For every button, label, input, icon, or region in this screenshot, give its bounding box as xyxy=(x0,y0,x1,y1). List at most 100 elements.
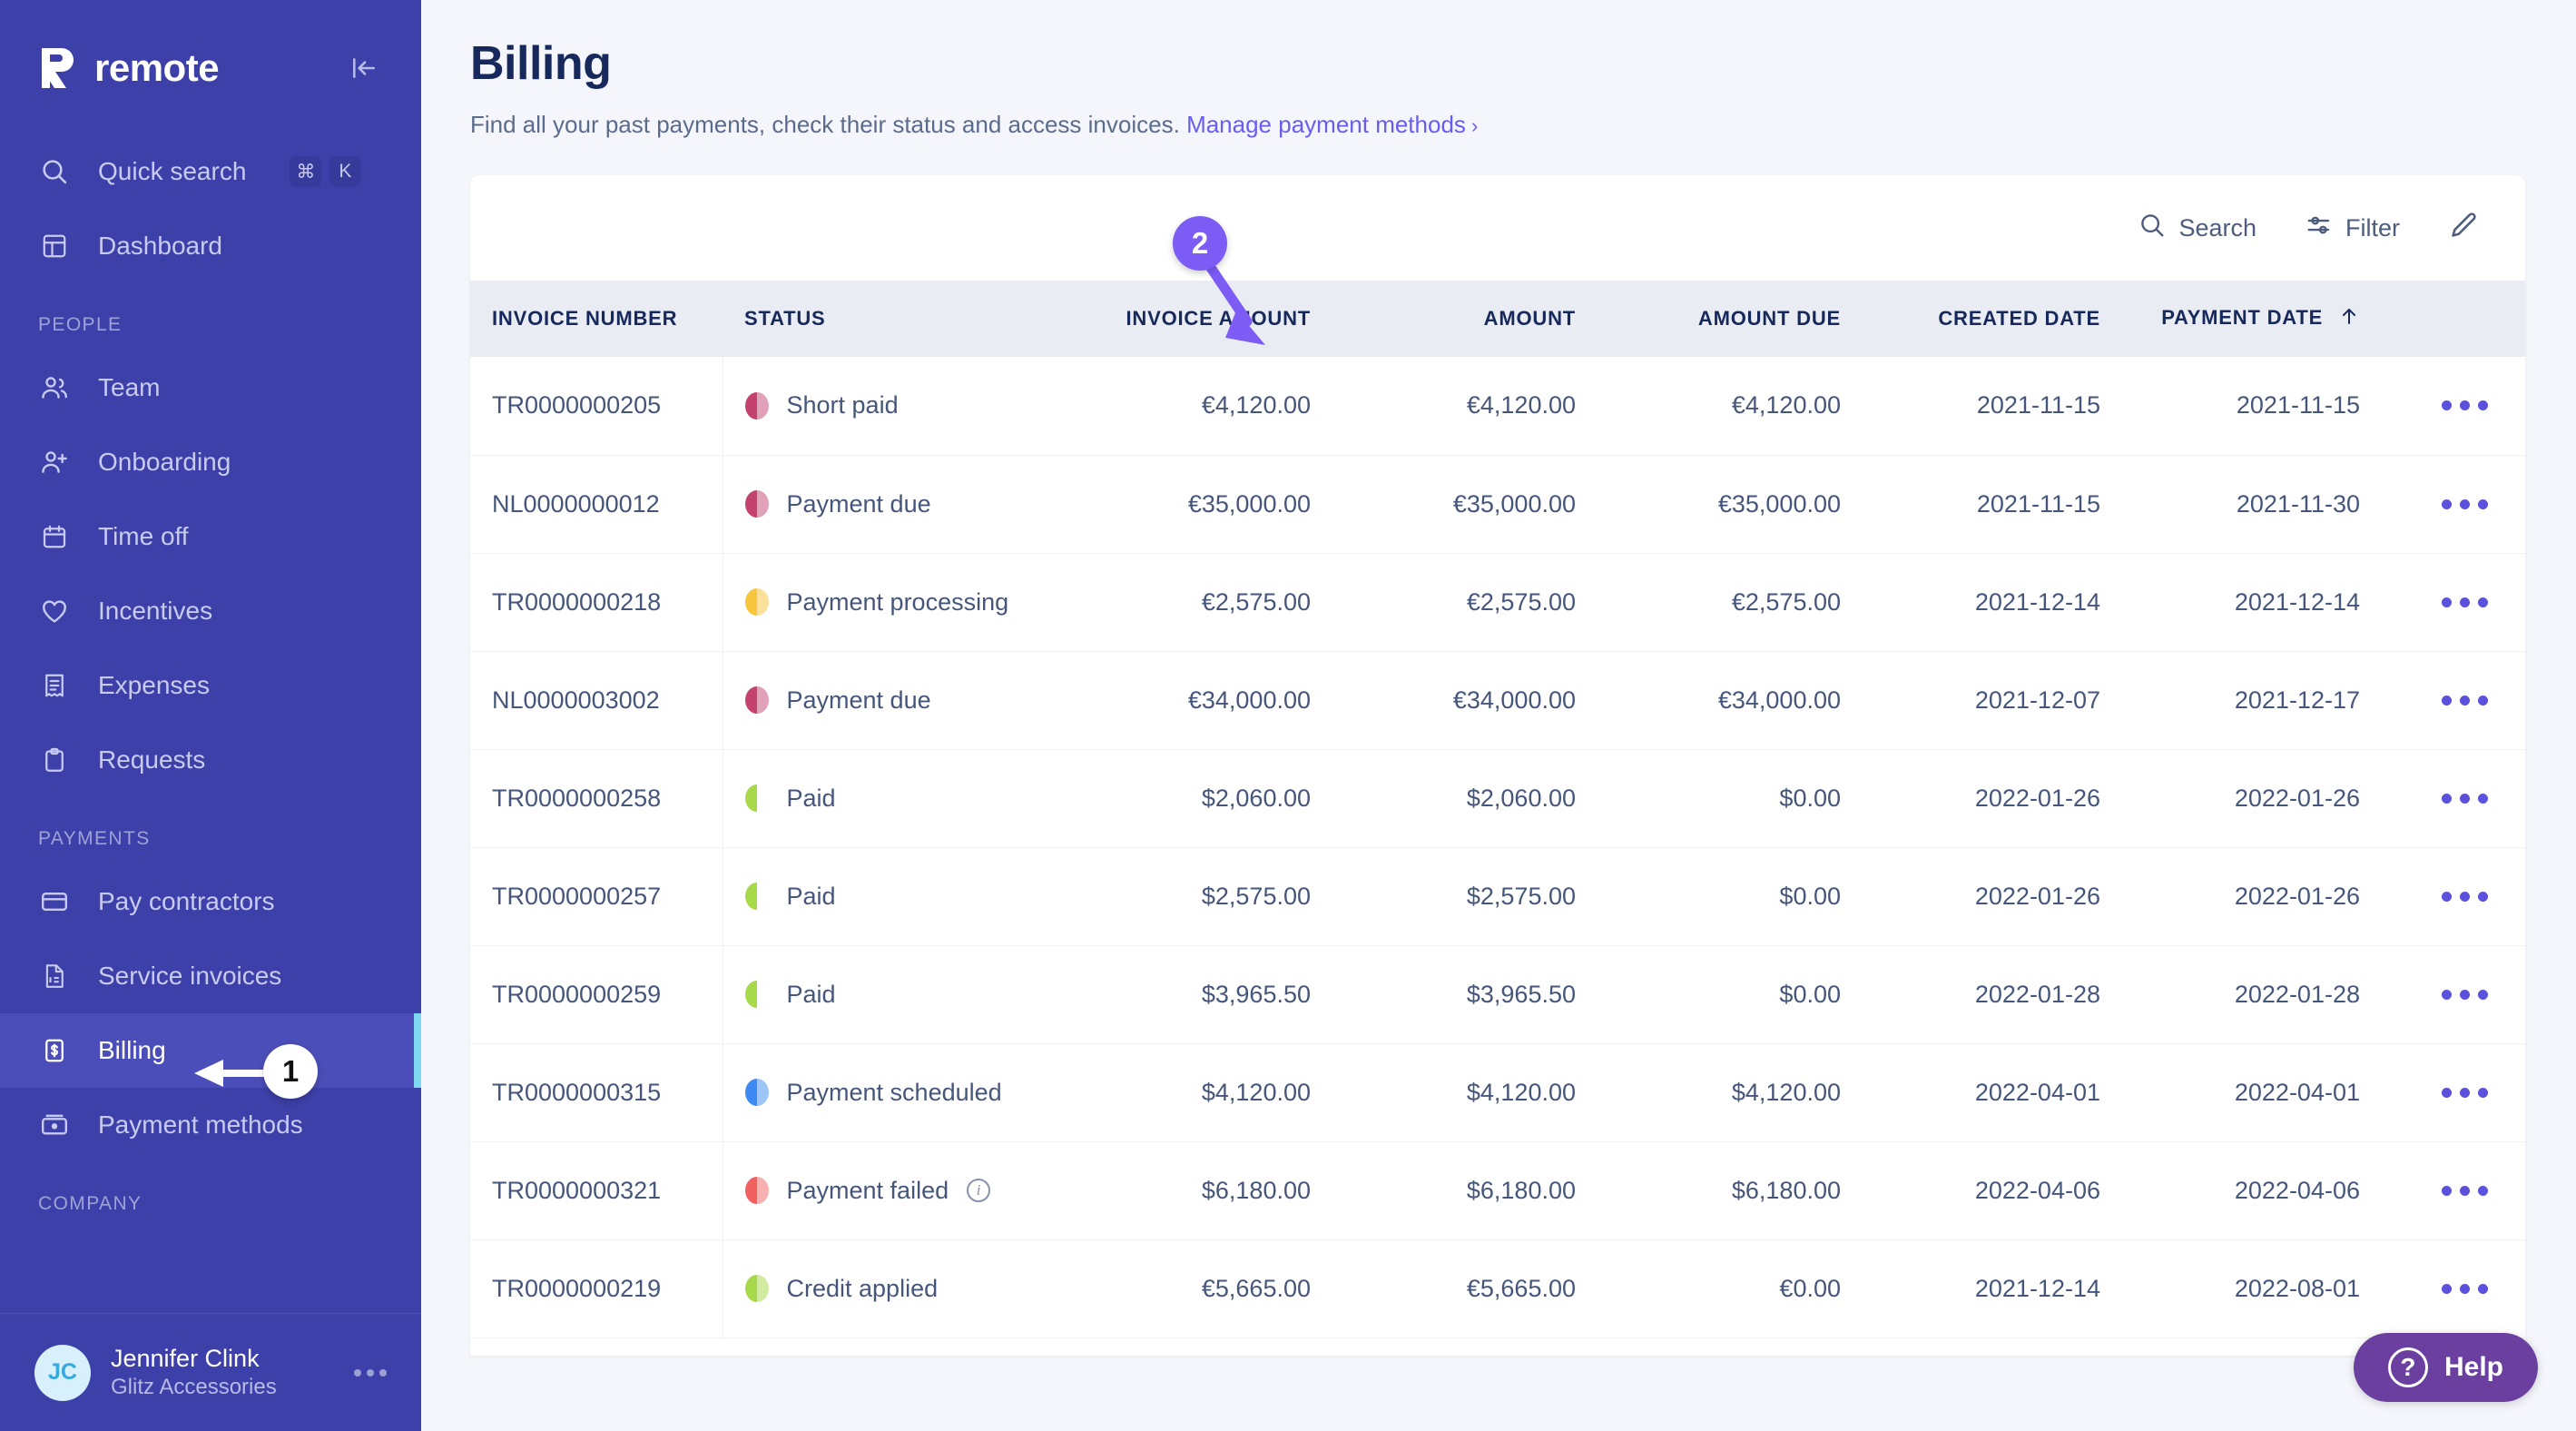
table-row[interactable]: TR0000000259 Paid $3,965.50 $3,965.50 $0.00 2… xyxy=(470,945,2525,1044)
annotation-2-badge: 2 xyxy=(1173,216,1227,271)
row-more-horizontal-icon[interactable] xyxy=(2404,891,2525,902)
column-header-actions xyxy=(2382,281,2525,357)
info-icon[interactable]: i xyxy=(967,1179,991,1202)
cell-actions xyxy=(2382,1239,2525,1338)
sidebar-item-time-off[interactable]: Time off xyxy=(0,499,421,574)
column-header-created-date[interactable]: CREATED DATE xyxy=(1863,281,2122,357)
table-row[interactable]: TR0000000219 Credit applied €5,665.00 €5,66… xyxy=(470,1239,2525,1338)
brand-logo[interactable]: remote xyxy=(38,46,220,90)
column-header-amount-due[interactable]: AMOUNT DUE xyxy=(1598,281,1863,357)
billing-dollar-icon xyxy=(38,1034,71,1067)
cell-actions xyxy=(2382,945,2525,1044)
search-icon xyxy=(2138,212,2166,245)
annotation-2-number: 2 xyxy=(1173,216,1227,271)
cell-payment-date: 2021-11-15 xyxy=(2122,357,2382,456)
user-plus-icon xyxy=(38,446,71,479)
sidebar-item-incentives[interactable]: Incentives xyxy=(0,574,421,648)
user-meta: Jennifer Clink Glitz Accessories xyxy=(111,1344,334,1402)
billing-table-card: Search Filter INVOICE NUMBER STATUS INVO… xyxy=(470,175,2525,1356)
dashboard-icon xyxy=(38,230,71,262)
search-button[interactable]: Search xyxy=(2138,212,2256,245)
help-button-label: Help xyxy=(2443,1352,2503,1382)
table-row[interactable]: NL0000000012 Payment due €35,000.00 €35,000… xyxy=(470,455,2525,554)
cell-amount: €34,000.00 xyxy=(1332,651,1598,750)
status-badge: Paid xyxy=(744,784,1039,813)
table-row[interactable]: TR0000000258 Paid $2,060.00 $2,060.00 $0.00 2… xyxy=(470,749,2525,848)
clipboard-icon xyxy=(38,744,71,776)
column-header-invoice-number[interactable]: INVOICE NUMBER xyxy=(470,281,723,357)
sidebar-user-card[interactable]: JC Jennifer Clink Glitz Accessories xyxy=(0,1313,421,1431)
row-more-horizontal-icon[interactable] xyxy=(2404,989,2525,1000)
cell-invoice-number: TR0000000257 xyxy=(470,847,723,946)
sidebar-item-team[interactable]: Team xyxy=(0,350,421,425)
sidebar-item-dashboard[interactable]: Dashboard xyxy=(0,209,421,283)
status-dot-icon xyxy=(744,490,769,518)
cell-invoice-amount: $3,965.50 xyxy=(1060,945,1332,1044)
status-badge: Paid xyxy=(744,882,1039,911)
sidebar-item-expenses[interactable]: Expenses xyxy=(0,648,421,723)
cell-status: Paid xyxy=(723,847,1060,946)
filter-button[interactable]: Filter xyxy=(2306,212,2400,245)
cell-amount: $4,120.00 xyxy=(1332,1043,1598,1142)
table-row[interactable]: TR0000000205 Short paid €4,120.00 €4,120.00… xyxy=(470,357,2525,456)
row-more-horizontal-icon[interactable] xyxy=(2404,400,2525,411)
sidebar-item-label: Quick search xyxy=(98,157,247,185)
cell-amount-due: €0.00 xyxy=(1598,1239,1863,1338)
cell-created-date: 2022-04-01 xyxy=(1863,1043,2122,1142)
status-label: Paid xyxy=(786,784,836,812)
cell-amount: $3,965.50 xyxy=(1332,945,1598,1044)
column-header-status[interactable]: STATUS xyxy=(723,281,1060,357)
row-more-horizontal-icon[interactable] xyxy=(2404,1087,2525,1098)
row-more-horizontal-icon[interactable] xyxy=(2404,695,2525,706)
row-more-horizontal-icon[interactable] xyxy=(2404,1185,2525,1196)
cell-payment-date: 2022-01-26 xyxy=(2122,749,2382,848)
status-label: Payment failed xyxy=(786,1176,949,1204)
table-row[interactable]: TR0000000218 Payment processing €2,575.00 €… xyxy=(470,553,2525,652)
sidebar-item-quick-search[interactable]: Quick search ⌘ K xyxy=(0,134,421,209)
table-row[interactable]: TR0000000321 Payment failed i $6,180.00 $6,1… xyxy=(470,1141,2525,1240)
cell-created-date: 2022-01-26 xyxy=(1863,847,2122,946)
cell-invoice-amount: $4,120.00 xyxy=(1060,1043,1332,1142)
cell-invoice-number: TR0000000218 xyxy=(470,553,723,652)
brand-name: remote xyxy=(94,46,220,89)
status-label: Payment processing xyxy=(786,587,1009,616)
table-row[interactable]: TR0000000315 Payment scheduled $4,120.00 $4… xyxy=(470,1043,2525,1142)
manage-payment-methods-link[interactable]: Manage payment methods xyxy=(1186,111,1466,138)
column-header-amount[interactable]: AMOUNT xyxy=(1332,281,1598,357)
cell-payment-date: 2021-11-30 xyxy=(2122,455,2382,554)
status-badge: Paid xyxy=(744,981,1039,1009)
status-label: Paid xyxy=(786,882,836,910)
sidebar-item-payment-methods[interactable]: Payment methods xyxy=(0,1088,421,1162)
cell-created-date: 2021-12-07 xyxy=(1863,651,2122,750)
row-more-horizontal-icon[interactable] xyxy=(2404,498,2525,509)
help-button[interactable]: ? Help xyxy=(2353,1333,2538,1402)
cell-amount: $2,060.00 xyxy=(1332,749,1598,848)
row-more-horizontal-icon[interactable] xyxy=(2404,1283,2525,1294)
cell-actions xyxy=(2382,1141,2525,1240)
cell-amount-due: $6,180.00 xyxy=(1598,1141,1863,1240)
status-dot-icon xyxy=(744,588,769,616)
column-header-payment-date[interactable]: PAYMENT DATE xyxy=(2122,281,2382,357)
annotation-1-badge: 1 xyxy=(263,1044,318,1099)
row-more-horizontal-icon[interactable] xyxy=(2404,793,2525,804)
cell-created-date: 2021-12-14 xyxy=(1863,553,2122,652)
cell-invoice-amount: €34,000.00 xyxy=(1060,651,1332,750)
collapse-sidebar-icon[interactable] xyxy=(343,47,385,89)
cell-payment-date: 2021-12-17 xyxy=(2122,651,2382,750)
row-more-horizontal-icon[interactable] xyxy=(2404,597,2525,607)
cell-amount-due: €34,000.00 xyxy=(1598,651,1863,750)
sidebar-item-pay-contractors[interactable]: Pay contractors xyxy=(0,864,421,939)
table-row[interactable]: TR0000000257 Paid $2,575.00 $2,575.00 $0.00 2… xyxy=(470,847,2525,946)
edit-columns-button[interactable] xyxy=(2449,211,2478,246)
status-label: Credit applied xyxy=(786,1274,939,1302)
sidebar-item-service-invoices[interactable]: Service invoices xyxy=(0,939,421,1013)
column-header-invoice-amount[interactable]: INVOICE AMOUNT xyxy=(1060,281,1332,357)
cell-actions xyxy=(2382,455,2525,554)
more-horizontal-icon[interactable] xyxy=(354,1368,387,1377)
sidebar-item-onboarding[interactable]: Onboarding xyxy=(0,425,421,499)
table-row[interactable]: NL0000003002 Payment due €34,000.00 €34,000… xyxy=(470,651,2525,750)
sidebar: remote Quick search ⌘ K Dashboard PEOPLE… xyxy=(0,0,421,1431)
cell-amount-due: €35,000.00 xyxy=(1598,455,1863,554)
cell-payment-date: 2022-01-26 xyxy=(2122,847,2382,946)
sidebar-item-requests[interactable]: Requests xyxy=(0,723,421,797)
